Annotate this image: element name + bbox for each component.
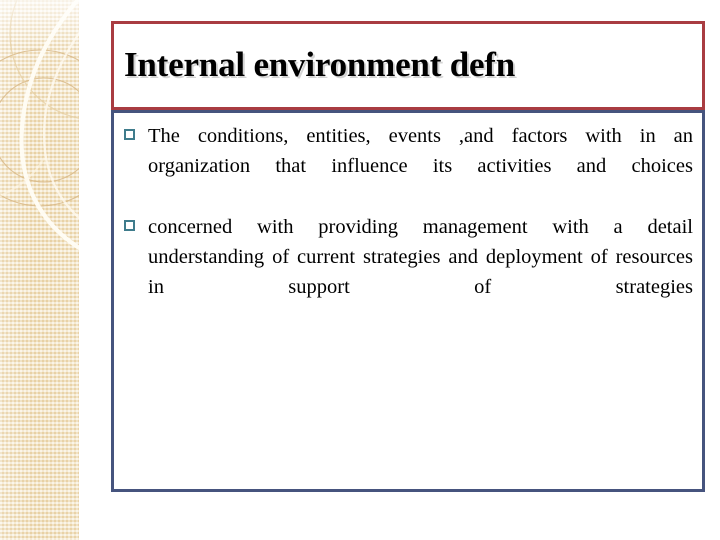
slide-body-box: The conditions, entities, events ,and fa… xyxy=(111,110,705,492)
list-item: The conditions, entities, events ,and fa… xyxy=(123,121,693,211)
hollow-square-bullet-icon xyxy=(124,129,135,140)
bullet-text: The conditions, entities, events ,and fa… xyxy=(148,125,693,177)
slide-canvas: Internal environment defn The conditions… xyxy=(0,0,720,540)
concentric-circles-swoosh-icon xyxy=(0,0,79,251)
hollow-square-bullet-icon xyxy=(124,220,135,231)
list-item: concerned with providing management with… xyxy=(123,212,693,332)
decorative-sidebar xyxy=(0,0,79,540)
bullet-list: The conditions, entities, events ,and fa… xyxy=(123,121,693,332)
slide-title-box: Internal environment defn xyxy=(111,21,705,110)
page-title: Internal environment defn xyxy=(124,45,516,85)
bullet-text: concerned with providing management with… xyxy=(148,216,693,298)
